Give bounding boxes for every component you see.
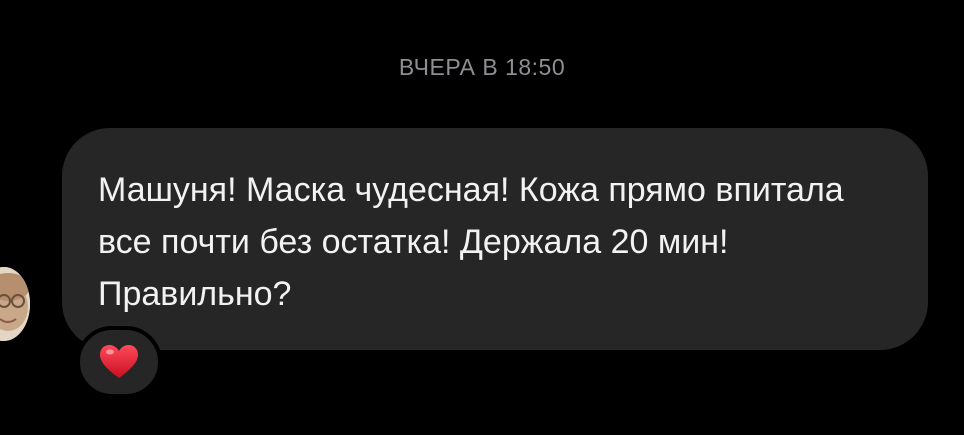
message-bubble[interactable]: Машуня! Маска чудесная! Кожа прямо впита… xyxy=(62,128,928,350)
message-text: Машуня! Маска чудесная! Кожа прямо впита… xyxy=(98,171,844,313)
heart-icon xyxy=(99,344,139,380)
message-timestamp: ВЧЕРА В 18:50 xyxy=(398,54,566,80)
sender-avatar[interactable] xyxy=(0,267,30,341)
reaction-badge[interactable] xyxy=(76,326,162,398)
chat-screen: ВЧЕРА В 18:50 Машуня! Маска чудесная! Ко… xyxy=(0,0,964,435)
